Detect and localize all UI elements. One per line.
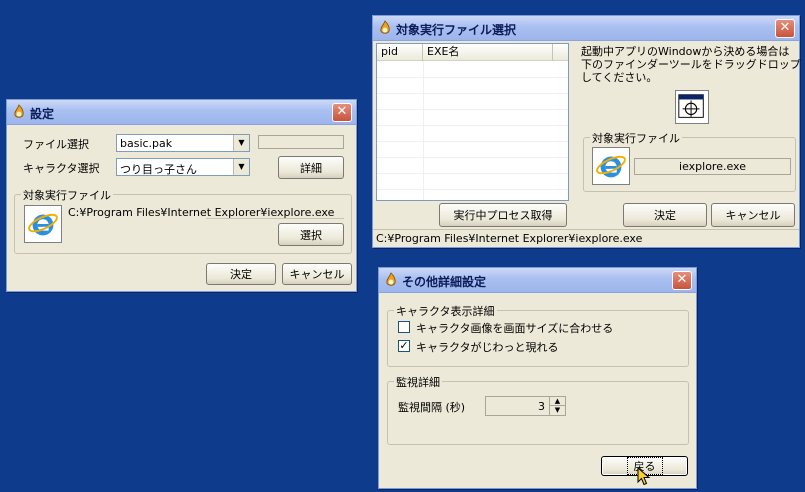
settings-title: 設定 <box>30 107 55 121</box>
app-flame-icon <box>14 104 24 118</box>
column-pid[interactable]: pid <box>377 44 423 61</box>
char-select-combo[interactable]: つり目っ子さん ▼ <box>116 158 250 176</box>
target-select-titlebar[interactable]: 対象実行ファイル選択 ✕ <box>373 16 799 41</box>
chevron-down-icon[interactable]: ▼ <box>233 135 249 151</box>
target-exe-group-label: 対象実行ファイル <box>590 130 682 146</box>
settings-titlebar[interactable]: 設定 ✕ <box>7 100 356 125</box>
interval-value[interactable]: 3 <box>538 400 545 413</box>
target-select-window: 対象実行ファイル選択 ✕ pid EXE名 起動中アプリのWindowから決める… <box>372 15 801 248</box>
detail-button[interactable]: 詳細 <box>278 156 344 179</box>
process-list-header: pid EXE名 <box>377 44 568 61</box>
grid-line <box>377 93 568 94</box>
fade-in-label[interactable]: キャラクタがじわっと現れる <box>416 339 559 355</box>
app-flame-icon <box>380 20 390 34</box>
spin-up-button[interactable]: ▲ <box>549 397 565 406</box>
file-info-field <box>258 135 344 149</box>
process-list[interactable]: pid EXE名 <box>376 43 569 201</box>
status-text: C:¥Program Files¥Internet Explorer¥iexpl… <box>376 232 643 245</box>
other-settings-title: その他詳細設定 <box>402 275 487 289</box>
cancel-button[interactable]: キャンセル <box>711 203 795 227</box>
grid-line <box>377 109 568 110</box>
char-display-group-label: キャラクタ表示詳細 <box>394 303 497 319</box>
grid-line <box>377 141 568 142</box>
file-select-label: ファイル選択 <box>23 138 89 151</box>
target-select-close-button[interactable]: ✕ <box>775 19 795 38</box>
app-flame-icon <box>386 272 396 286</box>
grid-line <box>377 189 568 190</box>
status-bar: C:¥Program Files¥Internet Explorer¥iexpl… <box>373 229 799 247</box>
grid-line <box>377 157 568 158</box>
internet-explorer-icon <box>24 205 62 243</box>
target-select-title: 対象実行ファイル選択 <box>396 23 517 37</box>
internet-explorer-icon <box>592 147 630 185</box>
ok-button[interactable]: 決定 <box>206 263 276 285</box>
ok-button[interactable]: 決定 <box>623 203 707 227</box>
target-exe-value: iexplore.exe <box>679 160 746 173</box>
target-file-group-label: 対象実行ファイル <box>21 187 113 203</box>
instruction-line-3: してください。 <box>581 71 658 84</box>
grid-line <box>377 77 568 78</box>
file-select-combo[interactable]: basic.pak ▼ <box>116 134 250 152</box>
fade-in-checkbox[interactable]: ✓ <box>398 340 410 352</box>
file-select-value: basic.pak <box>120 137 173 150</box>
finder-tool-icon[interactable] <box>675 90 709 124</box>
column-exe[interactable]: EXE名 <box>423 44 553 61</box>
spin-down-button[interactable]: ▼ <box>549 406 565 415</box>
target-path-field <box>206 205 344 219</box>
settings-close-button[interactable]: ✕ <box>332 103 352 122</box>
get-process-button[interactable]: 実行中プロセス取得 <box>439 203 567 227</box>
char-select-value: つり目っ子さん <box>120 163 197 176</box>
fit-screen-checkbox[interactable] <box>398 321 410 333</box>
other-settings-close-button[interactable]: ✕ <box>672 271 692 290</box>
char-select-label: キャラクタ選択 <box>23 162 100 175</box>
grid-line <box>377 173 568 174</box>
other-settings-titlebar[interactable]: その他詳細設定 ✕ <box>379 268 696 293</box>
other-settings-window: その他詳細設定 ✕ キャラクタ表示詳細 キャラクタ画像を画面サイズに合わせる ✓… <box>378 267 697 489</box>
cancel-button[interactable]: キャンセル <box>282 263 352 285</box>
grid-col-line <box>423 61 424 200</box>
target-exe-field: iexplore.exe <box>634 158 791 175</box>
interval-spinner[interactable]: 3 ▲ ▼ <box>485 396 566 416</box>
interval-label: 監視間隔 (秒) <box>398 401 466 414</box>
grid-line <box>377 125 568 126</box>
fit-screen-label[interactable]: キャラクタ画像を画面サイズに合わせる <box>416 320 613 336</box>
chevron-down-icon[interactable]: ▼ <box>233 159 249 175</box>
select-button[interactable]: 選択 <box>278 223 344 246</box>
settings-window: 設定 ✕ ファイル選択 basic.pak ▼ キャラクタ選択 つり目っ子さん … <box>6 99 357 292</box>
monitor-group-label: 監視詳細 <box>394 374 442 390</box>
mouse-cursor-icon <box>637 467 651 486</box>
